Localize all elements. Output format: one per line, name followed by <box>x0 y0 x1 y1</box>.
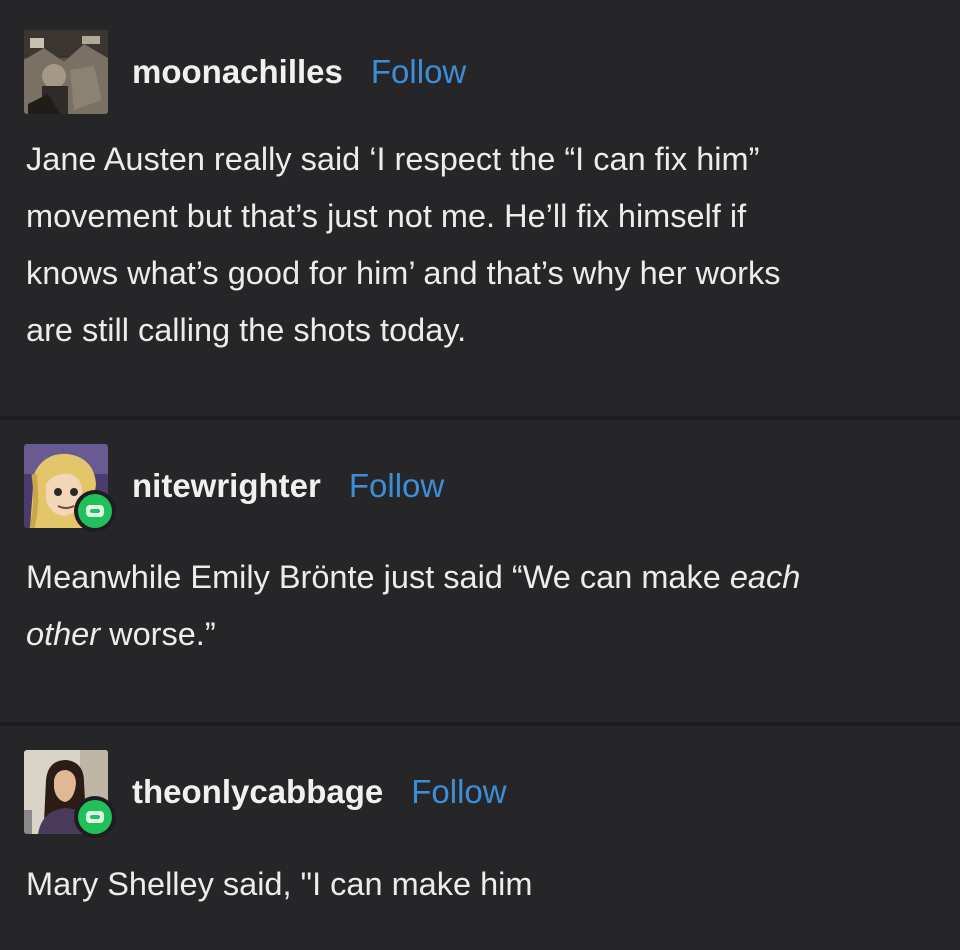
badge-icon <box>78 800 112 834</box>
post-line: other worse.” <box>26 606 946 663</box>
post-body: Jane Austen really said ‘I respect the “… <box>26 131 946 359</box>
post-line: Jane Austen really said ‘I respect the “… <box>26 141 760 177</box>
follow-button[interactable]: Follow <box>371 53 466 91</box>
post-line: knows what’s good for him’ and that’s wh… <box>26 255 781 291</box>
follow-button[interactable]: Follow <box>349 467 444 505</box>
badge-icon <box>78 494 112 528</box>
post-nitewrighter: nitewrighter Follow Meanwhile Emily Brön… <box>0 420 960 722</box>
post-header: theonlycabbage Follow <box>24 750 507 838</box>
chat-bubble-icon <box>86 811 104 823</box>
post-header: nitewrighter Follow <box>24 444 444 532</box>
post-theonlycabbage: theonlycabbage Follow Mary Shelley said,… <box>0 726 960 950</box>
post-text-italic: other <box>26 616 101 652</box>
follow-button[interactable]: Follow <box>411 773 506 811</box>
avatar[interactable] <box>24 750 116 838</box>
avatar[interactable] <box>24 30 108 114</box>
post-line: Meanwhile Emily Brönte just said “We can… <box>26 549 946 606</box>
username[interactable]: moonachilles <box>132 53 343 91</box>
post-text: Meanwhile Emily Brönte just said “We can… <box>26 559 730 595</box>
post-text-italic: each <box>729 559 801 595</box>
avatar[interactable] <box>24 444 116 532</box>
post-body: Mary Shelley said, "I can make him <box>26 856 946 913</box>
post-line: are still calling the shots today. <box>26 312 467 348</box>
post-header: moonachilles Follow <box>24 30 466 114</box>
post-moonachilles: moonachilles Follow Jane Austen really s… <box>0 0 960 416</box>
chat-bubble-icon <box>86 505 104 517</box>
post-line: Mary Shelley said, "I can make him <box>26 866 533 902</box>
username[interactable]: theonlycabbage <box>132 773 383 811</box>
badge <box>74 796 116 838</box>
username[interactable]: nitewrighter <box>132 467 321 505</box>
post-text: worse.” <box>100 616 216 652</box>
badge <box>74 490 116 532</box>
post-line: movement but that’s just not me. He’ll f… <box>26 198 747 234</box>
post-body: Meanwhile Emily Brönte just said “We can… <box>26 549 946 663</box>
avatar-photo-collage-icon <box>24 30 108 114</box>
